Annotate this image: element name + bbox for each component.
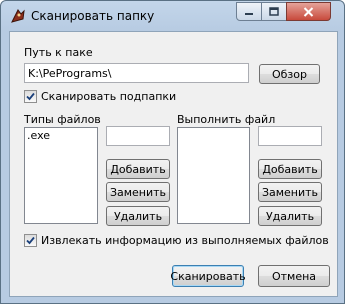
extract-info-checkbox[interactable] [24, 234, 37, 247]
minimize-button[interactable] [236, 2, 262, 21]
file-type-add-button[interactable]: Добавить [106, 159, 170, 179]
file-types-list[interactable]: .exe [24, 127, 98, 224]
checkmark-icon [26, 92, 35, 101]
execute-file-add-button[interactable]: Добавить [258, 159, 322, 179]
window-title: Сканировать папку [31, 9, 155, 23]
close-icon [303, 6, 314, 17]
title-bar[interactable]: Сканировать папку [1, 1, 344, 31]
execute-file-list[interactable] [177, 127, 250, 224]
extract-info-label: Извлекать информацию из выполняемых файл… [41, 234, 329, 247]
app-logo-icon [11, 9, 25, 23]
cancel-button[interactable]: Отмена [258, 265, 330, 287]
scan-button[interactable]: Сканировать [170, 265, 246, 287]
scan-subfolders-label: Сканировать подпапки [41, 90, 177, 103]
file-type-replace-button[interactable]: Заменить [106, 182, 170, 202]
execute-file-input[interactable] [258, 126, 322, 146]
file-types-label: Типы файлов [24, 113, 101, 126]
maximize-icon [269, 7, 279, 16]
browse-button[interactable]: Обзор [259, 64, 320, 84]
file-type-delete-button[interactable]: Удалить [106, 206, 170, 226]
minimize-icon [245, 12, 253, 15]
path-input[interactable] [24, 63, 249, 83]
close-button[interactable] [286, 2, 331, 21]
dialog-window: Сканировать папку Путь к паке Обзор [0, 0, 345, 304]
scan-subfolders-checkbox[interactable] [24, 90, 37, 103]
checkmark-icon [26, 236, 35, 245]
dialog-body: Путь к паке Обзор Сканировать подпапки Т… [9, 31, 338, 297]
file-type-input[interactable] [106, 126, 170, 146]
execute-file-replace-button[interactable]: Заменить [258, 182, 322, 202]
path-label: Путь к паке [24, 46, 93, 59]
execute-file-delete-button[interactable]: Удалить [258, 206, 322, 226]
maximize-button[interactable] [261, 2, 287, 21]
execute-file-label: Выполнить файл [177, 113, 276, 126]
list-item[interactable]: .exe [27, 129, 95, 142]
